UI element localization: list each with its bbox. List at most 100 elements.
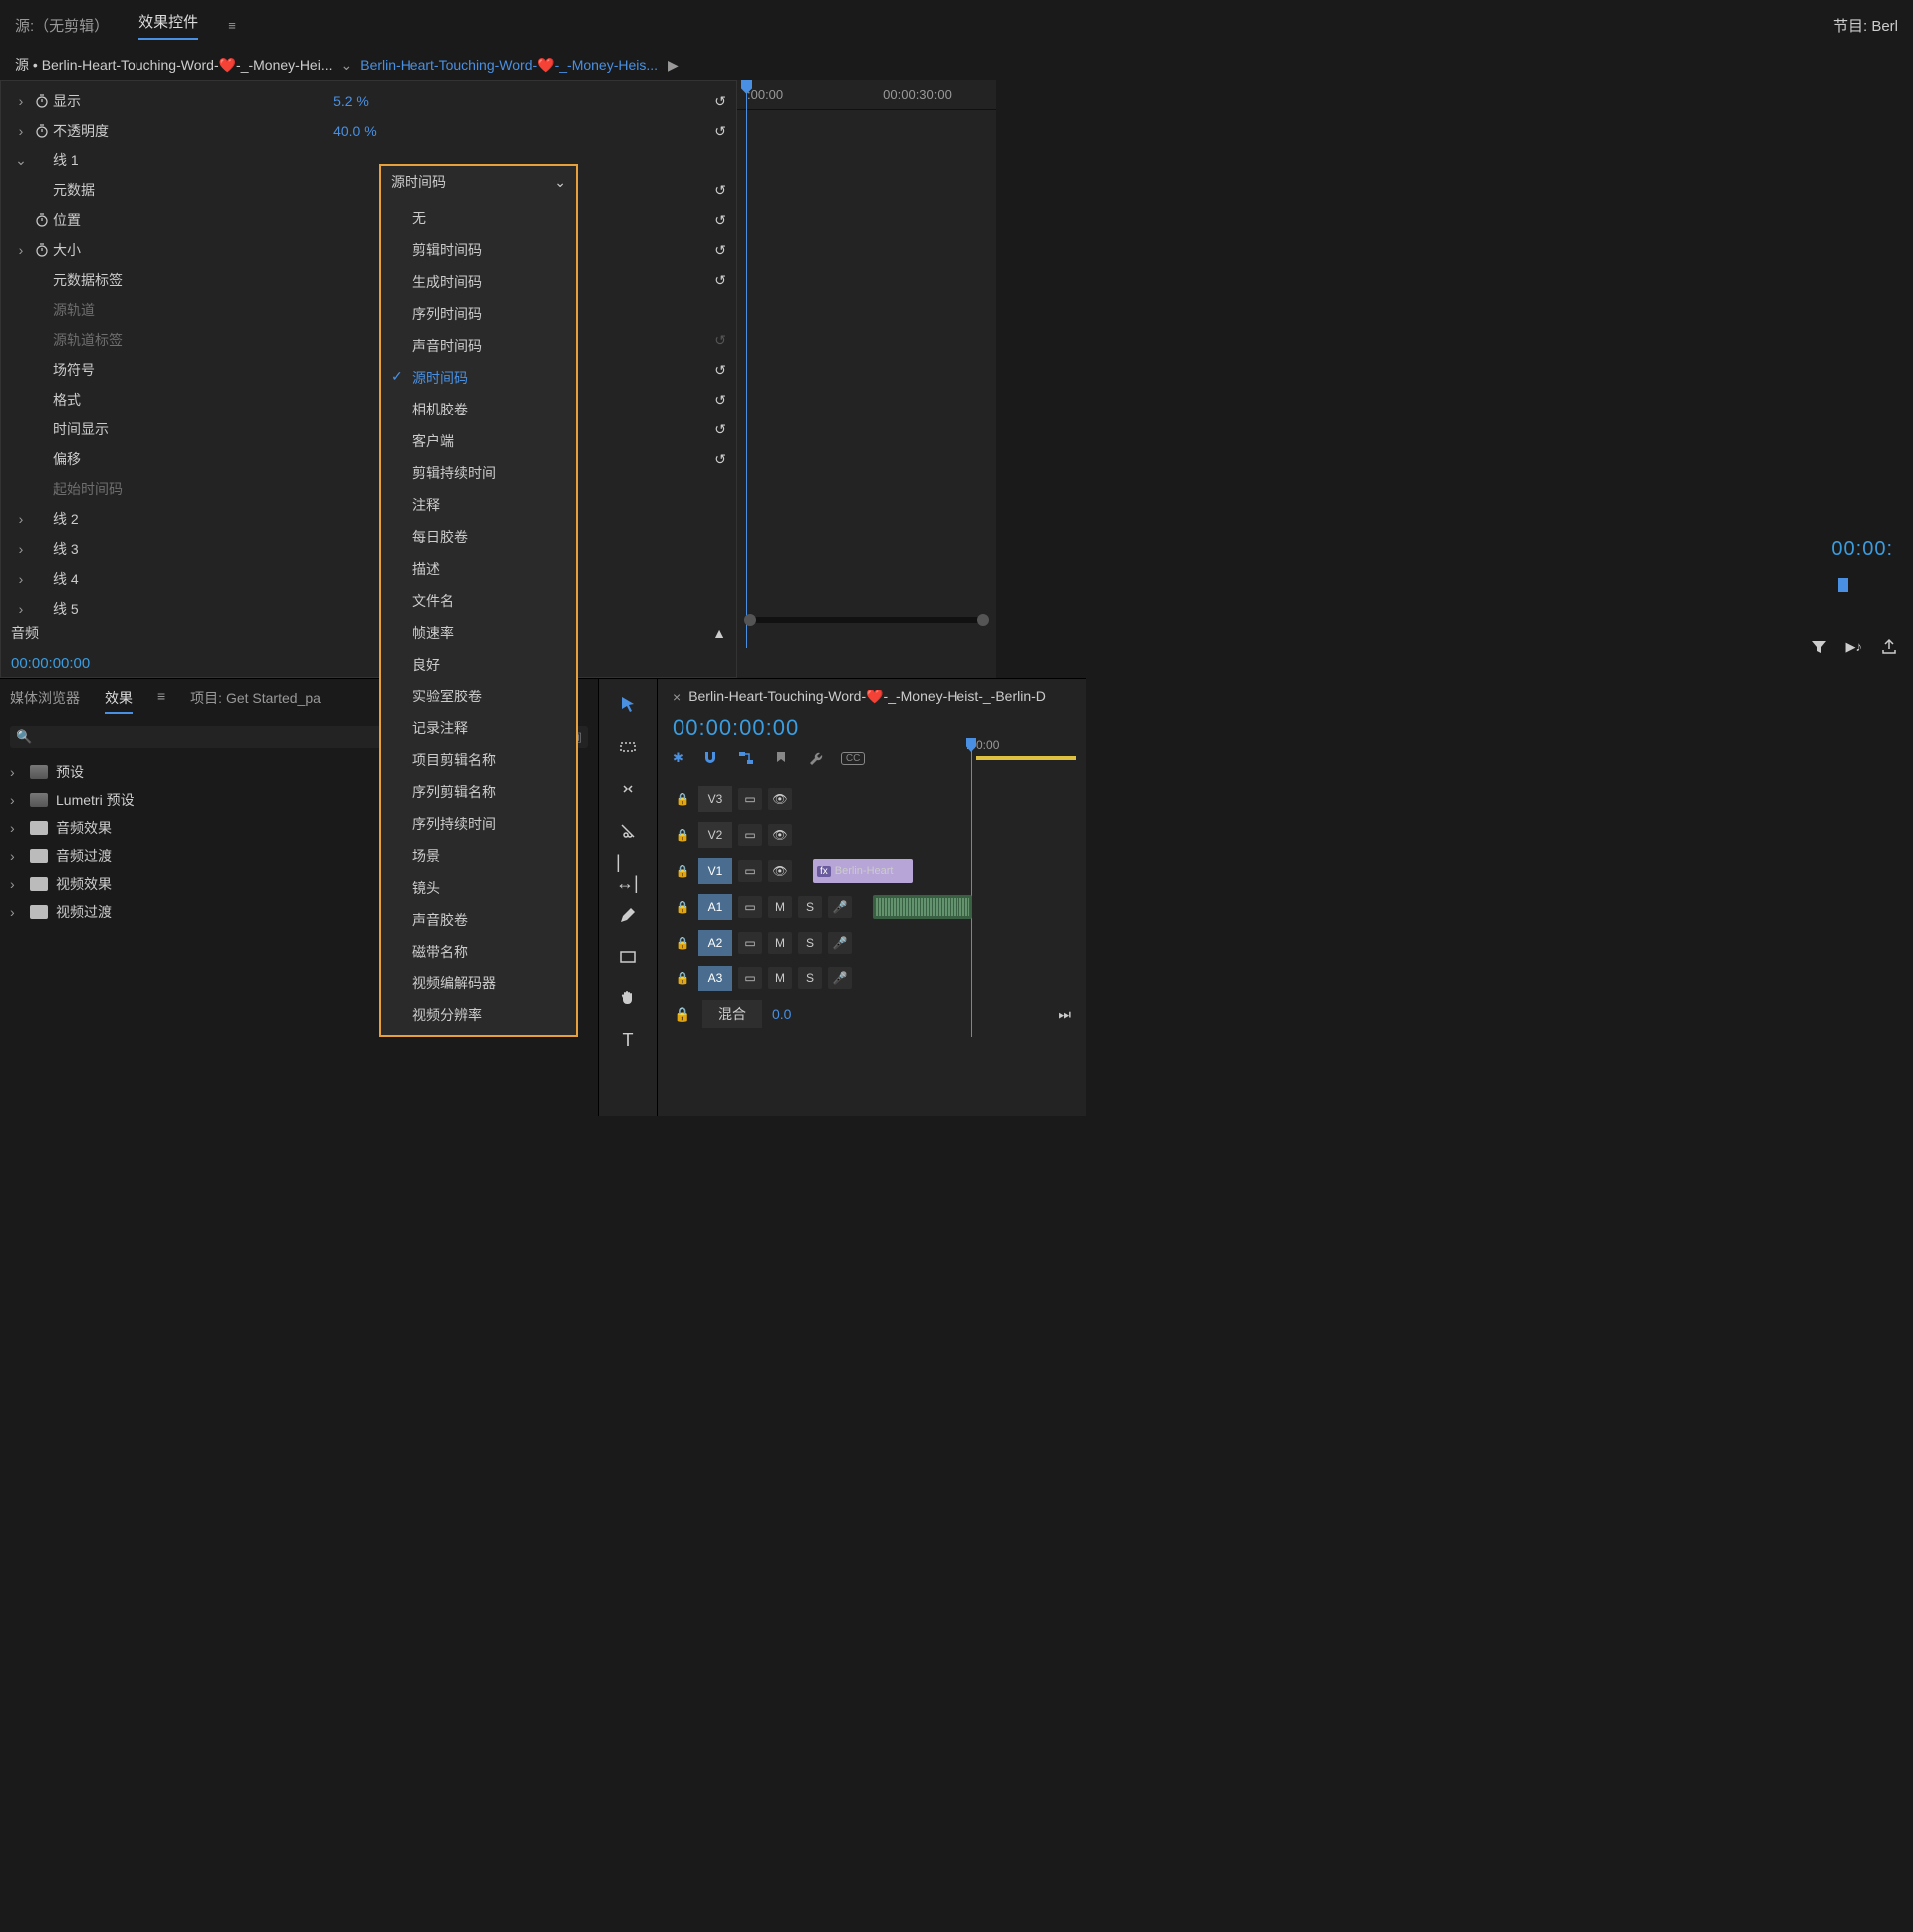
toggle-output-icon[interactable]: ▭ xyxy=(738,967,762,989)
dropdown-item[interactable]: 实验室胶卷 xyxy=(381,681,576,712)
solo-button[interactable]: S xyxy=(798,896,822,918)
chevron-right-icon[interactable]: › xyxy=(10,904,22,920)
stopwatch-icon[interactable] xyxy=(31,209,53,231)
caption-icon[interactable]: CC xyxy=(841,752,865,765)
reset-icon[interactable]: ↺ xyxy=(714,242,726,259)
dropdown-item[interactable]: 镜头 xyxy=(381,872,576,904)
lock-icon[interactable]: 🔒 xyxy=(673,936,692,950)
reset-icon[interactable]: ↺ xyxy=(714,421,726,438)
ripple-edit-tool-icon[interactable] xyxy=(616,777,640,801)
wrench-icon[interactable] xyxy=(807,750,823,766)
audio-clip[interactable] xyxy=(873,895,972,919)
dropdown-selected[interactable]: 源时间码 ⌄ xyxy=(381,166,576,198)
chevron-right-icon[interactable]: › xyxy=(10,876,22,892)
reset-icon[interactable]: ↺ xyxy=(714,212,726,229)
marker-icon[interactable] xyxy=(773,750,789,766)
dropdown-item[interactable]: 帧速率 xyxy=(381,617,576,649)
prop-line5[interactable]: 线 5 xyxy=(53,599,232,619)
skip-end-icon[interactable]: ⏭ xyxy=(1058,1006,1071,1023)
program-timecode[interactable]: 00:00: xyxy=(1831,538,1893,561)
lock-icon[interactable]: 🔒 xyxy=(673,1006,692,1023)
reset-icon[interactable]: ↺ xyxy=(714,182,726,199)
dropdown-item[interactable]: 描述 xyxy=(381,553,576,585)
tab-effect-controls[interactable]: 效果控件 xyxy=(138,11,198,40)
dropdown-item[interactable]: 声音胶卷 xyxy=(381,904,576,936)
mute-button[interactable]: M xyxy=(768,932,792,954)
toggle-output-icon[interactable]: ▭ xyxy=(738,824,762,846)
dropdown-item[interactable]: 源时间码 xyxy=(381,362,576,394)
lock-icon[interactable]: 🔒 xyxy=(673,828,692,842)
lock-icon[interactable]: 🔒 xyxy=(673,864,692,878)
chevron-right-icon[interactable]: › xyxy=(11,601,31,617)
track-label-a3[interactable]: A3 xyxy=(698,966,732,991)
zoom-scrollbar[interactable] xyxy=(747,617,986,623)
stopwatch-icon[interactable] xyxy=(31,120,53,141)
type-tool-icon[interactable]: T xyxy=(616,1028,640,1052)
mix-label[interactable]: 混合 xyxy=(702,1000,762,1028)
chevron-right-icon[interactable]: › xyxy=(10,764,22,780)
dropdown-item[interactable]: 视频分辨率 xyxy=(381,999,576,1031)
dropdown-item[interactable]: 客户端 xyxy=(381,425,576,457)
panel-menu-icon[interactable]: ≡ xyxy=(228,18,236,33)
solo-button[interactable]: S xyxy=(798,967,822,989)
slip-tool-icon[interactable]: |↔| xyxy=(616,861,640,885)
lock-icon[interactable]: 🔒 xyxy=(673,900,692,914)
toggle-output-icon[interactable]: ▭ xyxy=(738,896,762,918)
audio-section-header[interactable]: 音频 ▲ xyxy=(1,619,736,647)
dropdown-item[interactable]: 序列剪辑名称 xyxy=(381,776,576,808)
dropdown-item[interactable]: 文件名 xyxy=(381,585,576,617)
prop-metadata-label[interactable]: 元数据标签 xyxy=(53,270,232,290)
chevron-down-icon[interactable]: ⌄ xyxy=(11,152,31,169)
toggle-output-icon[interactable]: ▭ xyxy=(738,788,762,810)
linked-selection-icon[interactable] xyxy=(737,749,755,767)
dropdown-item[interactable]: 项目剪辑名称 xyxy=(381,744,576,776)
prop-display[interactable]: 显示 xyxy=(53,91,232,111)
dropdown-item[interactable]: 序列持续时间 xyxy=(381,808,576,840)
dropdown-item[interactable]: 剪辑持续时间 xyxy=(381,457,576,489)
solo-button[interactable]: S xyxy=(798,932,822,954)
dropdown-item[interactable]: 视频编解码器 xyxy=(381,967,576,999)
play-forward-icon[interactable]: ▶♪ xyxy=(1846,639,1863,655)
toggle-output-icon[interactable]: ▭ xyxy=(738,932,762,954)
dropdown-item[interactable]: 声音时间码 xyxy=(381,330,576,362)
reset-icon[interactable]: ↺ xyxy=(714,272,726,289)
effect-panel-timecode[interactable]: 00:00:00:00 xyxy=(11,655,90,672)
chevron-right-icon[interactable]: › xyxy=(11,511,31,527)
dropdown-item[interactable]: 每日胶卷 xyxy=(381,521,576,553)
rectangle-tool-icon[interactable] xyxy=(616,945,640,968)
chevron-right-icon[interactable]: › xyxy=(10,848,22,864)
dropdown-item[interactable]: 相机胶卷 xyxy=(381,394,576,425)
track-label-a2[interactable]: A2 xyxy=(698,930,732,956)
mute-button[interactable]: M xyxy=(768,896,792,918)
dropdown-item[interactable]: 剪辑时间码 xyxy=(381,234,576,266)
filter-icon[interactable] xyxy=(1810,638,1828,656)
prop-metadata[interactable]: 元数据 xyxy=(53,180,232,200)
prop-position[interactable]: 位置 xyxy=(53,210,232,230)
prop-size[interactable]: 大小 xyxy=(53,240,232,260)
panel-menu-icon[interactable]: ≡ xyxy=(157,689,165,714)
collapse-icon[interactable]: ▲ xyxy=(712,625,726,641)
chevron-right-icon[interactable]: › xyxy=(10,820,22,836)
chevron-right-icon[interactable]: › xyxy=(11,541,31,557)
selection-tool-icon[interactable] xyxy=(616,693,640,717)
magnet-icon[interactable] xyxy=(701,749,719,767)
prop-line1[interactable]: 线 1 xyxy=(53,150,232,170)
dropdown-item[interactable]: 注释 xyxy=(381,489,576,521)
video-clip[interactable]: fxBerlin-Heart xyxy=(813,859,913,883)
toggle-output-icon[interactable]: ▭ xyxy=(738,860,762,882)
eye-icon[interactable]: 👁 xyxy=(768,860,792,882)
track-select-tool-icon[interactable] xyxy=(616,735,640,759)
lock-icon[interactable]: 🔒 xyxy=(673,792,692,806)
source-clip-name[interactable]: 源 • Berlin-Heart-Touching-Word-❤️-_-Mone… xyxy=(15,55,333,75)
tab-project[interactable]: 项目: Get Started_pa xyxy=(190,689,321,714)
dropdown-item[interactable]: 场景 xyxy=(381,840,576,872)
tab-source[interactable]: 源:（无剪辑） xyxy=(15,15,109,36)
tab-media-browser[interactable]: 媒体浏览器 xyxy=(10,689,80,714)
play-icon[interactable]: ▶ xyxy=(668,57,679,74)
lock-icon[interactable]: 🔒 xyxy=(673,971,692,985)
zoom-handle-left[interactable] xyxy=(744,614,756,626)
prop-opacity[interactable]: 不透明度 xyxy=(53,121,232,140)
stopwatch-icon[interactable] xyxy=(31,90,53,112)
tab-effects[interactable]: 效果 xyxy=(105,689,133,714)
track-label-v1[interactable]: V1 xyxy=(698,858,732,884)
